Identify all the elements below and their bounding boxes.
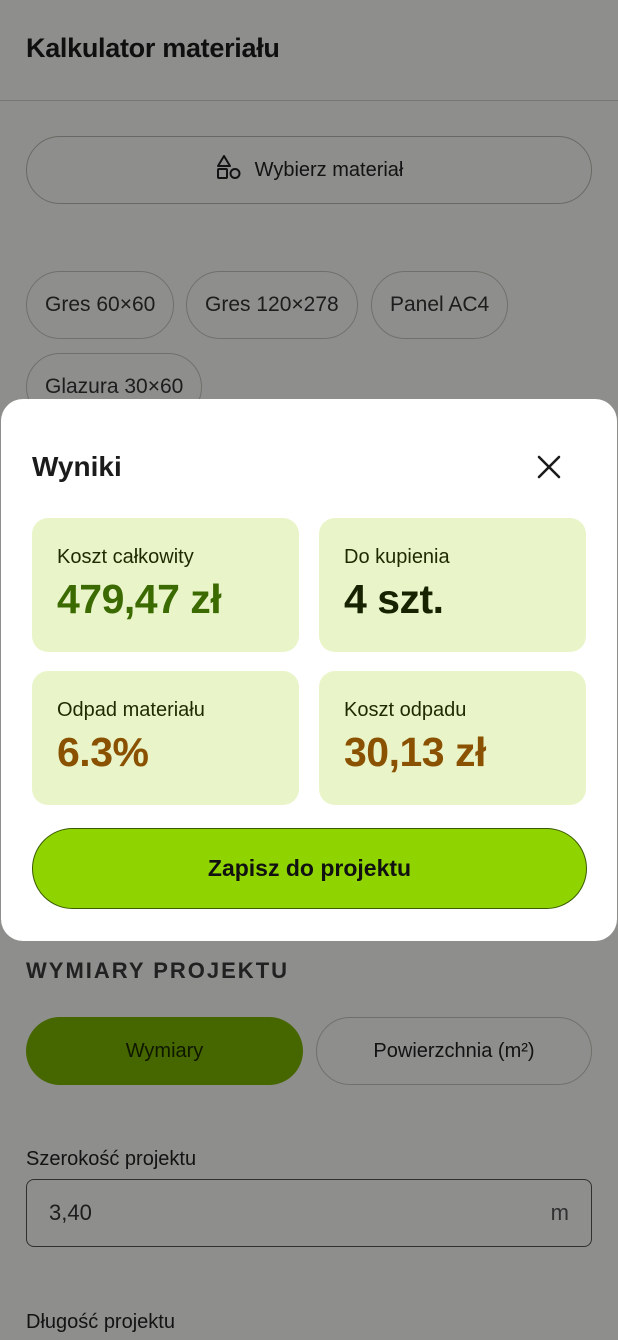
result-label: Odpad materiału — [57, 699, 205, 721]
result-label: Koszt całkowity — [57, 546, 194, 568]
result-value: 30,13 zł — [344, 729, 486, 775]
close-icon — [536, 454, 562, 485]
result-label: Koszt odpadu — [344, 699, 467, 721]
result-value: 4 szt. — [344, 576, 444, 622]
result-to-buy: Do kupienia 4 szt. — [319, 518, 586, 652]
results-dialog: Wyniki Koszt całkowity 479,47 zł Do kupi… — [1, 399, 617, 941]
result-waste-percent: Odpad materiału 6.3% — [32, 671, 299, 805]
close-button[interactable] — [529, 449, 569, 489]
result-waste-cost: Koszt odpadu 30,13 zł — [319, 671, 586, 805]
result-value: 479,47 zł — [57, 576, 222, 622]
result-value: 6.3% — [57, 729, 149, 775]
result-label: Do kupienia — [344, 546, 450, 568]
save-to-project-button[interactable]: Zapisz do projektu — [32, 828, 587, 909]
dialog-title: Wyniki — [32, 451, 122, 482]
result-total-cost: Koszt całkowity 479,47 zł — [32, 518, 299, 652]
